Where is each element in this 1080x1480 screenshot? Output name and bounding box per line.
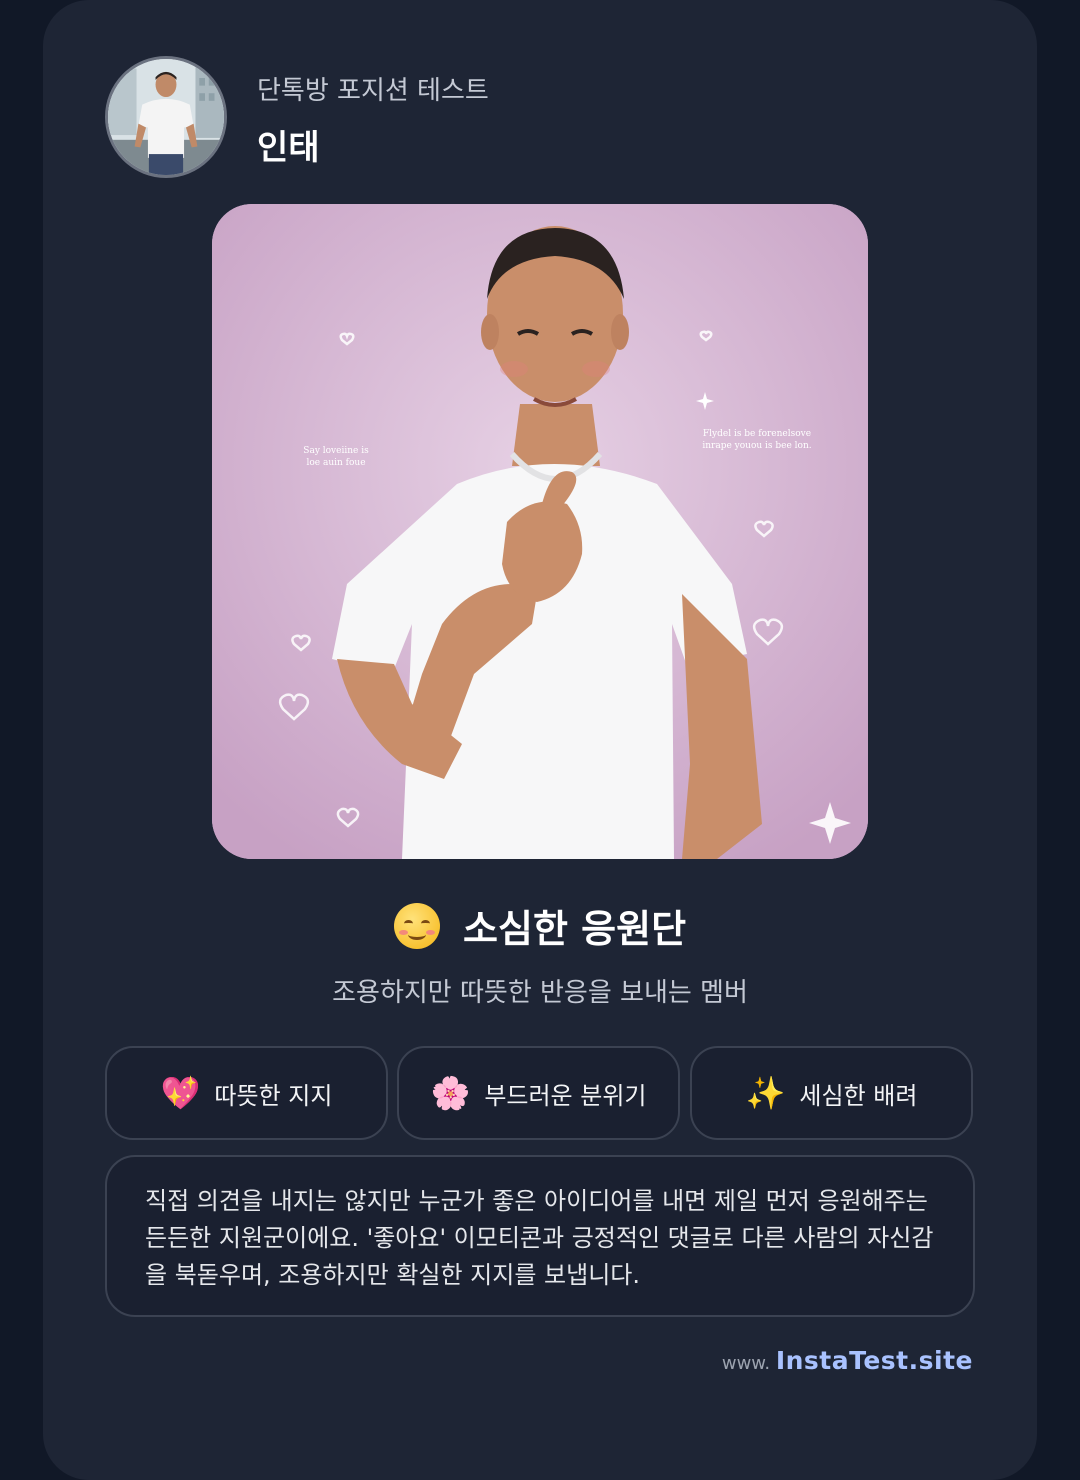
sparkling-heart-icon: 💖	[160, 1074, 201, 1112]
result-heading: 소심한 응원단	[0, 898, 1080, 953]
footer-site[interactable]: InstaTest.site	[776, 1346, 973, 1375]
trait-label: 부드러운 분위기	[484, 1081, 647, 1110]
avatar-photo	[108, 59, 224, 175]
footer-link[interactable]: www. InstaTest.site	[722, 1346, 973, 1375]
result-image: Say loveiine is loe auin foue Flydel is …	[212, 204, 868, 859]
trait-label: 따뜻한 지지	[214, 1081, 333, 1110]
user-name: 인태	[257, 128, 320, 168]
trait-chip: 🌸 부드러운 분위기	[397, 1046, 680, 1140]
footer-prefix: www.	[721, 1353, 771, 1374]
image-caption-right: inrape youou is bee lon.	[702, 441, 811, 451]
result-description: 직접 의견을 내지는 않지만 누군가 좋은 아이디어를 내면 제일 먼저 응원해…	[105, 1155, 975, 1317]
image-caption-left: loe auin foue	[306, 458, 365, 468]
test-name: 단톡방 포지션 테스트	[257, 76, 489, 106]
image-caption-left: Say loveiine is	[303, 446, 369, 456]
profile-avatar	[105, 56, 227, 178]
image-caption-right: Flydel is be forenelsove	[703, 429, 811, 439]
trait-chip: 💖 따뜻한 지지	[105, 1046, 388, 1140]
result-subtitle: 조용하지만 따뜻한 반응을 보내는 멤버	[332, 978, 748, 1008]
result-illustration: Say loveiine is loe auin foue Flydel is …	[212, 204, 868, 859]
sparkles-icon: ✨	[745, 1074, 786, 1112]
cherry-blossom-icon: 🌸	[430, 1074, 471, 1112]
smiling-face-icon	[393, 902, 440, 949]
trait-chip: ✨ 세심한 배려	[690, 1046, 973, 1140]
result-title: 소심한 응원단	[463, 907, 687, 951]
trait-list: 💖 따뜻한 지지 🌸 부드러운 분위기 ✨ 세심한 배려	[105, 1046, 975, 1142]
trait-label: 세심한 배려	[799, 1081, 918, 1110]
